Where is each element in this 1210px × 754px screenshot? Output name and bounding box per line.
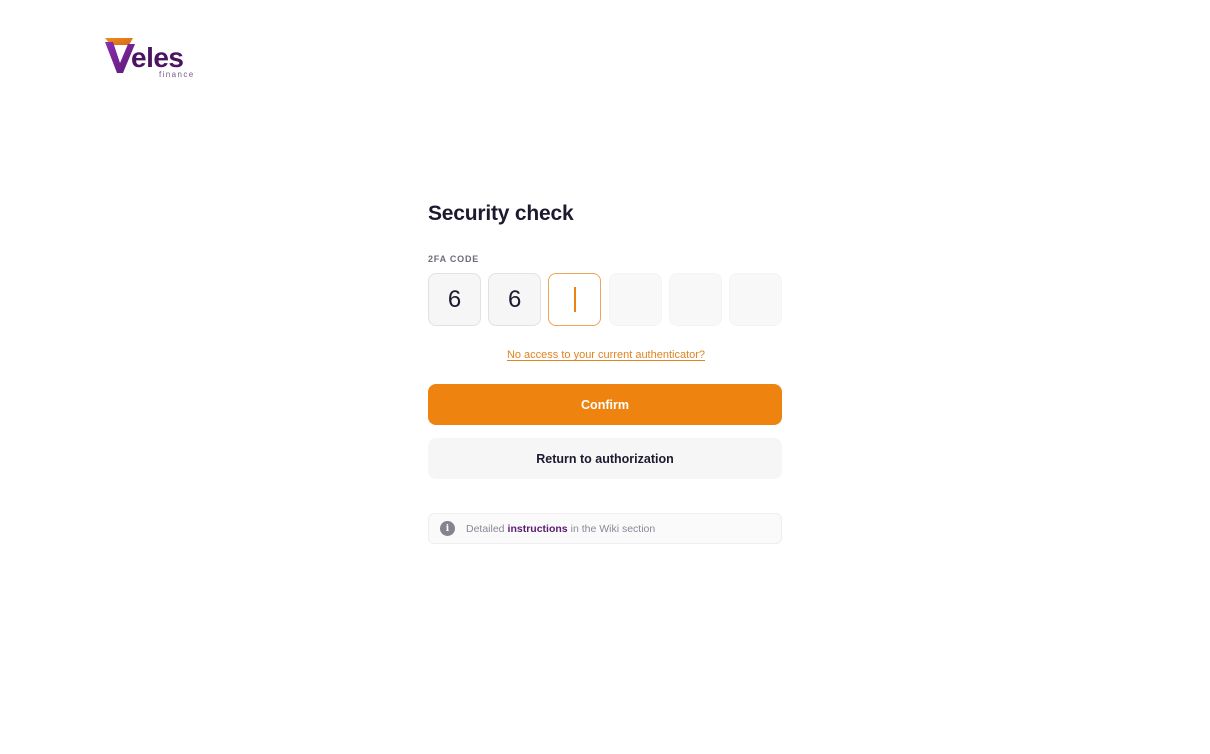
instructions-link[interactable]: instructions [508, 523, 568, 535]
no-access-link[interactable]: No access to your current authenticator? [428, 348, 782, 362]
page-title: Security check [428, 202, 574, 225]
code-label: 2FA CODE [428, 254, 480, 264]
logo-subtitle: finance [159, 70, 195, 79]
info-icon: i [440, 521, 455, 536]
page: eles finance Security check 2FA CODE 6 6… [0, 0, 1210, 754]
veles-logo[interactable]: eles finance [103, 36, 203, 82]
wiki-info-banner: i Detailed instructions in the Wiki sect… [428, 513, 782, 544]
code-digit-6[interactable] [728, 273, 782, 326]
confirm-button[interactable]: Confirm [428, 384, 782, 425]
code-digit-4[interactable] [608, 273, 662, 326]
logo-wordmark: eles [131, 42, 184, 73]
code-digit-2[interactable]: 6 [488, 273, 542, 326]
code-digit-1[interactable]: 6 [428, 273, 481, 326]
text-caret [573, 287, 576, 312]
info-prefix: Detailed [466, 522, 505, 535]
info-suffix: in the Wiki section [570, 522, 656, 535]
code-digit-5[interactable] [668, 273, 722, 326]
security-check-form: Security check 2FA CODE 6 6 No access to… [428, 198, 782, 544]
code-input-row: 6 6 [428, 273, 782, 326]
code-digit-3[interactable] [548, 273, 602, 326]
return-to-authorization-button[interactable]: Return to authorization [428, 438, 782, 479]
